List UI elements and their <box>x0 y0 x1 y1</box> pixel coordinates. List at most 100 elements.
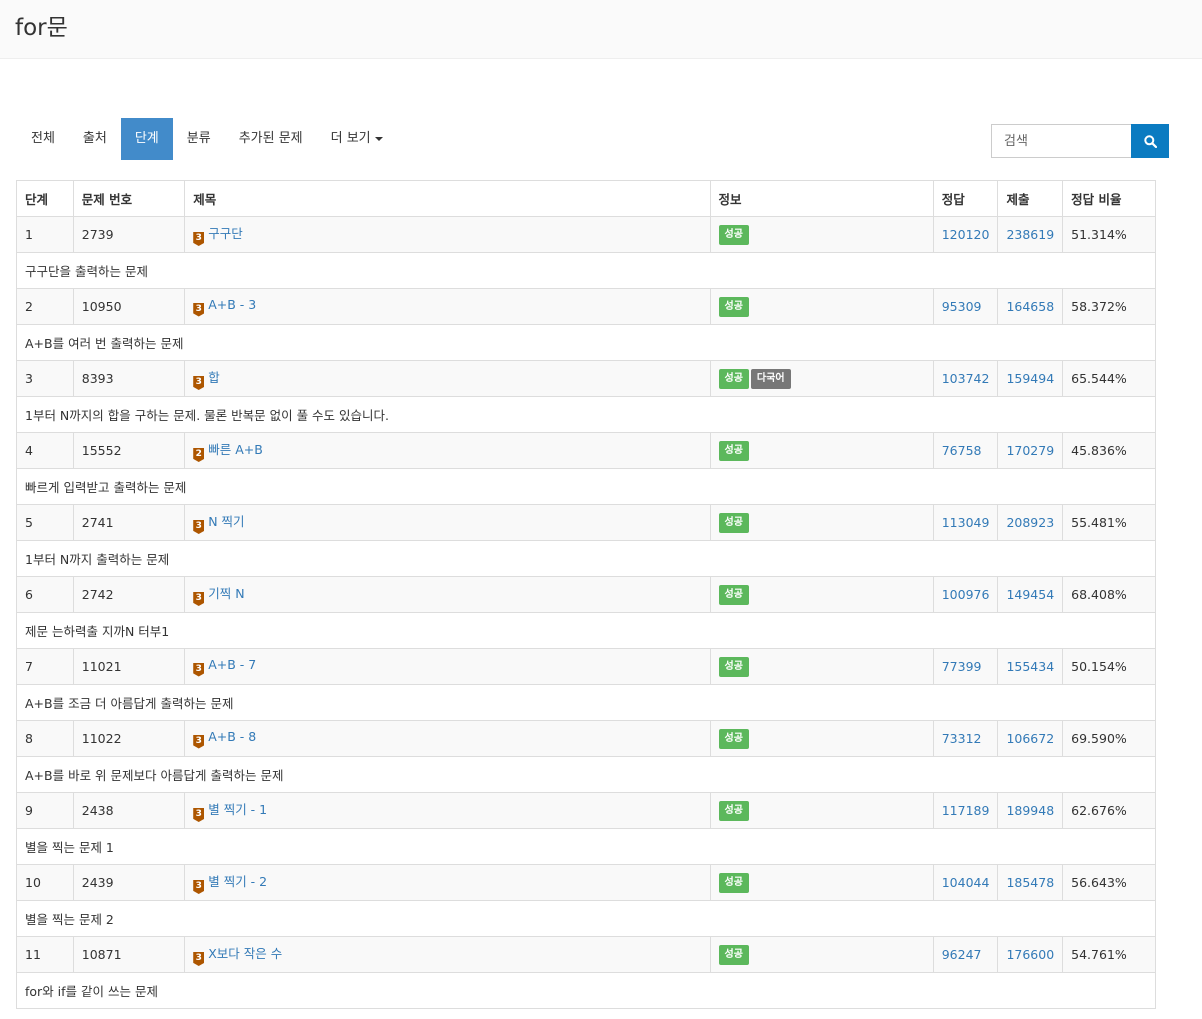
problem-title-link[interactable]: 기찍 N <box>208 586 244 601</box>
header-correct: 정답 <box>932 180 999 217</box>
problem-title-link[interactable]: 빠른 A+B <box>208 442 263 457</box>
solved-label: 성공 <box>718 224 749 245</box>
tab-more-dropdown[interactable]: 더 보기 <box>317 118 397 160</box>
correct-count-link[interactable]: 100976 <box>942 587 990 602</box>
submit-cell: 189948 <box>997 792 1064 829</box>
problem-tabs: 전체 출처 단계 분류 추가된 문제 더 보기 <box>17 118 397 160</box>
correct-count-link[interactable]: 103742 <box>942 371 990 386</box>
problem-id-cell: 2438 <box>72 792 186 829</box>
search-input[interactable] <box>991 124 1131 158</box>
info-cell: 성공 <box>709 936 934 973</box>
title-cell: 3 X보다 작은 수 <box>184 936 711 973</box>
solved-label: 성공 <box>718 512 749 533</box>
correct-cell: 100976 <box>932 576 999 613</box>
submit-count-link[interactable]: 170279 <box>1006 443 1054 458</box>
table-row: 제문 는하력출 지까N 터부1 <box>16 612 1156 649</box>
correct-count-link[interactable]: 104044 <box>942 875 990 890</box>
submit-count-link[interactable]: 185478 <box>1006 875 1054 890</box>
caret-down-icon <box>374 136 383 141</box>
submit-cell: 185478 <box>997 864 1064 901</box>
problem-title-link[interactable]: A+B - 3 <box>208 297 256 312</box>
title-cell: 3별 찍기 - 2 <box>184 864 711 901</box>
step-cell: 11 <box>16 936 74 973</box>
step-cell: 5 <box>16 504 74 541</box>
info-cell: 성공 <box>709 432 934 469</box>
problem-id-cell: 11022 <box>72 720 186 757</box>
title-cell: 3 구구단 <box>184 216 711 253</box>
info-cell: 성공 다국어 <box>709 360 934 397</box>
submit-cell: 159494 <box>997 360 1064 397</box>
table-row: 별을 찍는 문제 1 <box>16 828 1156 865</box>
tab-source[interactable]: 출처 <box>69 118 121 160</box>
submit-count-link[interactable]: 159494 <box>1006 371 1054 386</box>
correct-count-link[interactable]: 96247 <box>942 947 982 962</box>
problem-title-link[interactable]: A+B - 8 <box>208 729 256 744</box>
correct-count-link[interactable]: 73312 <box>942 731 982 746</box>
submit-count-link[interactable]: 238619 <box>1006 227 1054 242</box>
solved-label: 성공 <box>718 440 749 461</box>
solved-label: 성공 <box>718 800 749 821</box>
problem-description: 제문 는하력출 지까N 터부1 <box>16 612 1156 649</box>
ratio-cell: 51.314% <box>1062 216 1156 253</box>
problem-description: 별을 찍는 문제 2 <box>16 900 1156 937</box>
submit-cell: 170279 <box>997 432 1064 469</box>
tab-step[interactable]: 단계 <box>120 118 173 160</box>
search-button[interactable] <box>1131 124 1169 158</box>
correct-count-link[interactable]: 120120 <box>942 227 990 242</box>
problem-description: 구구단을 출력하는 문제 <box>16 252 1156 289</box>
submit-count-link[interactable]: 189948 <box>1006 803 1054 818</box>
correct-cell: 76758 <box>932 432 999 469</box>
correct-cell: 120120 <box>932 216 999 253</box>
submit-cell: 155434 <box>997 648 1064 685</box>
ratio-cell: 62.676% <box>1062 792 1156 829</box>
header-title: 제목 <box>184 180 711 217</box>
submit-count-link[interactable]: 208923 <box>1006 515 1054 530</box>
problem-id-cell: 2739 <box>72 216 186 253</box>
submit-count-link[interactable]: 155434 <box>1006 659 1054 674</box>
problem-id-cell: 2742 <box>72 576 186 613</box>
correct-count-link[interactable]: 117189 <box>942 803 990 818</box>
problem-id-cell: 10950 <box>72 288 186 325</box>
problem-title-link[interactable]: 구구단 <box>208 226 243 241</box>
problem-title-link[interactable]: X보다 작은 수 <box>208 946 282 961</box>
submit-count-link[interactable]: 106672 <box>1006 731 1054 746</box>
solved-label: 성공 <box>718 728 749 749</box>
problem-title-link[interactable]: 별 찍기 - 2 <box>208 874 267 889</box>
table-row: A+B를 여러 번 출력하는 문제 <box>16 324 1156 361</box>
problem-title-link[interactable]: 별 찍기 - 1 <box>208 802 267 817</box>
search-icon <box>1143 134 1157 148</box>
ratio-cell: 55.481% <box>1062 504 1156 541</box>
tab-category[interactable]: 분류 <box>173 118 225 160</box>
table-row: A+B를 바로 위 문제보다 아름답게 출력하는 문제 <box>16 756 1156 793</box>
tab-all[interactable]: 전체 <box>17 118 69 160</box>
submit-count-link[interactable]: 149454 <box>1006 587 1054 602</box>
correct-count-link[interactable]: 77399 <box>942 659 982 674</box>
submit-count-link[interactable]: 164658 <box>1006 299 1054 314</box>
solved-label: 성공 <box>718 584 749 605</box>
correct-count-link[interactable]: 95309 <box>942 299 982 314</box>
submit-count-link[interactable]: 176600 <box>1006 947 1054 962</box>
correct-count-link[interactable]: 76758 <box>942 443 982 458</box>
problem-title-link[interactable]: A+B - 7 <box>208 657 256 672</box>
info-cell: 성공 <box>709 504 934 541</box>
table-row: 1부터 N까지의 합을 구하는 문제. 물론 반복문 없이 풀 수도 있습니다. <box>16 396 1156 433</box>
table-row: 1 2739 3 구구단 성공 120120 238619 51.314% <box>16 216 1156 253</box>
tab-added-problems[interactable]: 추가된 문제 <box>225 118 317 160</box>
tier-badge-icon: 3 <box>193 880 205 894</box>
problem-id-cell: 10871 <box>72 936 186 973</box>
correct-count-link[interactable]: 113049 <box>942 515 990 530</box>
correct-cell: 77399 <box>932 648 999 685</box>
table-header-row: 단계 문제 번호 제목 정보 정답 제출 정답 비율 <box>16 180 1156 217</box>
tier-badge-icon: 3 <box>193 952 205 966</box>
table-row: 구구단을 출력하는 문제 <box>16 252 1156 289</box>
submit-cell: 208923 <box>997 504 1064 541</box>
problem-title-link[interactable]: N 찍기 <box>208 514 244 529</box>
tier-badge-icon: 3 <box>193 520 205 534</box>
table-row: 8 11022 3 A+B - 8 성공 73312 106672 69.590% <box>16 720 1156 757</box>
title-cell: 3별 찍기 - 1 <box>184 792 711 829</box>
problem-description: 별을 찍는 문제 1 <box>16 828 1156 865</box>
step-cell: 7 <box>16 648 74 685</box>
info-cell: 성공 <box>709 216 934 253</box>
problem-title-link[interactable]: 합 <box>208 370 220 385</box>
title-cell: 3 기찍 N <box>184 576 711 613</box>
